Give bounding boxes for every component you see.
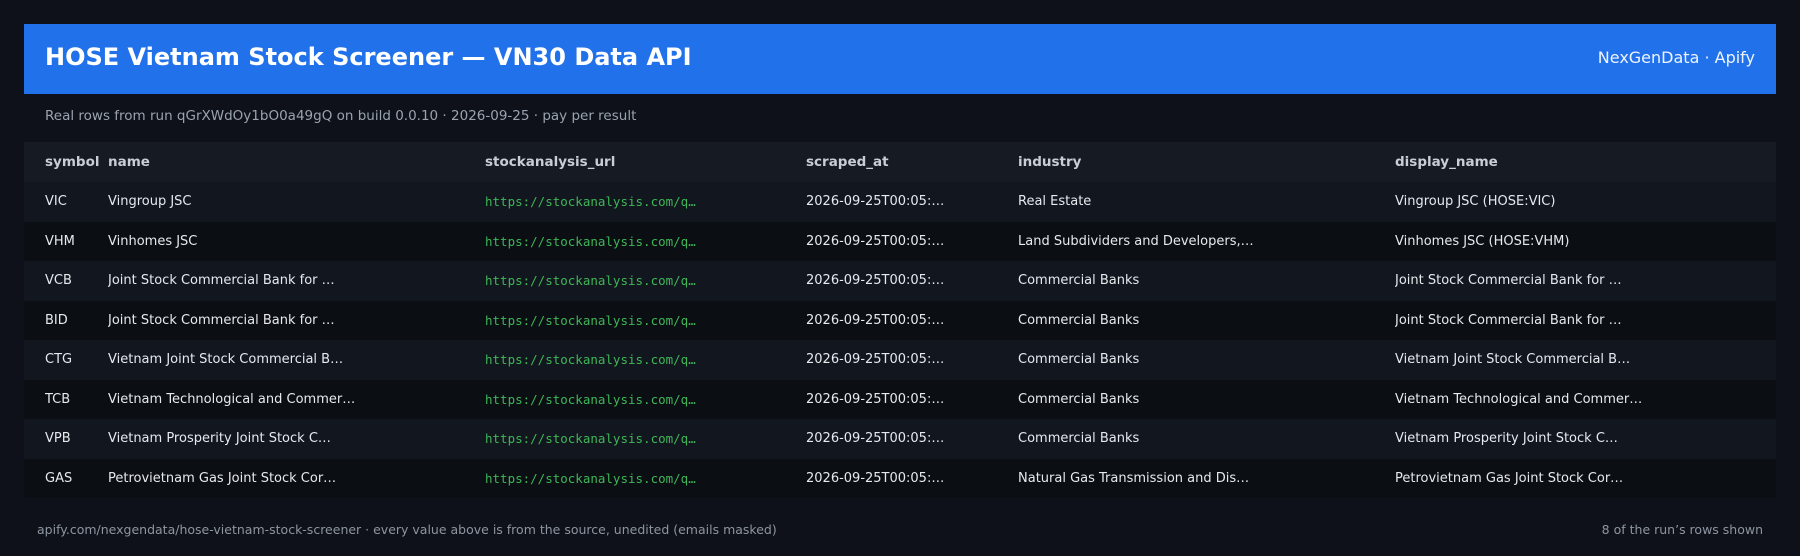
cell-display-name: Vinhomes JSC (HOSE:VHM) bbox=[1395, 233, 1570, 249]
table-row: VCB Joint Stock Commercial Bank for … ht… bbox=[24, 261, 1776, 301]
cell-industry: Natural Gas Transmission and Dis… bbox=[1018, 470, 1250, 486]
cell-display-name: Joint Stock Commercial Bank for … bbox=[1395, 273, 1622, 289]
cell-display-name: Vingroup JSC (HOSE:VIC) bbox=[1395, 194, 1556, 210]
cell-display-name: Joint Stock Commercial Bank for … bbox=[1395, 312, 1622, 328]
cell-industry: Commercial Banks bbox=[1018, 391, 1140, 407]
column-header-symbol[interactable]: symbol bbox=[45, 142, 105, 182]
cell-symbol: VIC bbox=[45, 194, 67, 210]
cell-industry: Commercial Banks bbox=[1018, 352, 1140, 368]
footer-source-note: apify.com/nexgendata/hose-vietnam-stock-… bbox=[37, 522, 777, 537]
page: HOSE Vietnam Stock Screener — VN30 Data … bbox=[0, 0, 1800, 556]
cell-industry: Real Estate bbox=[1018, 194, 1092, 210]
cell-symbol: GAS bbox=[45, 470, 73, 486]
brand-label: NexGenData · Apify bbox=[1597, 48, 1755, 67]
cell-scraped-at: 2026-09-25T00:05:… bbox=[806, 233, 945, 249]
cell-name: Vietnam Prosperity Joint Stock C… bbox=[108, 431, 331, 447]
cell-stockanalysis-url-link[interactable]: https://stockanalysis.com/q… bbox=[485, 182, 795, 222]
cell-display-name: Petrovietnam Gas Joint Stock Cor… bbox=[1395, 470, 1624, 486]
cell-name: Vietnam Technological and Commer… bbox=[108, 391, 356, 407]
cell-display-name: Vietnam Prosperity Joint Stock C… bbox=[1395, 431, 1618, 447]
cell-name: Vinhomes JSC bbox=[108, 233, 198, 249]
cell-scraped-at: 2026-09-25T00:05:… bbox=[806, 431, 945, 447]
cell-stockanalysis-url-link[interactable]: https://stockanalysis.com/q… bbox=[485, 222, 795, 262]
cell-stockanalysis-url-link[interactable]: https://stockanalysis.com/q… bbox=[485, 459, 795, 499]
table-row: VPB Vietnam Prosperity Joint Stock C… ht… bbox=[24, 419, 1776, 459]
cell-industry: Commercial Banks bbox=[1018, 312, 1140, 328]
results-table: symbol name stockanalysis_url scraped_at… bbox=[24, 142, 1776, 498]
cell-stockanalysis-url-link[interactable]: https://stockanalysis.com/q… bbox=[485, 419, 795, 459]
footer-row-count: 8 of the run’s rows shown bbox=[1601, 522, 1763, 537]
cell-scraped-at: 2026-09-25T00:05:… bbox=[806, 352, 945, 368]
cell-stockanalysis-url-link[interactable]: https://stockanalysis.com/q… bbox=[485, 261, 795, 301]
column-header-stockanalysis-url[interactable]: stockanalysis_url bbox=[485, 142, 795, 182]
cell-symbol: VCB bbox=[45, 273, 72, 289]
cell-stockanalysis-url-link[interactable]: https://stockanalysis.com/q… bbox=[485, 301, 795, 341]
cell-symbol: TCB bbox=[45, 391, 71, 407]
cell-scraped-at: 2026-09-25T00:05:… bbox=[806, 273, 945, 289]
cell-display-name: Vietnam Joint Stock Commercial B… bbox=[1395, 352, 1631, 368]
cell-industry: Commercial Banks bbox=[1018, 273, 1140, 289]
cell-name: Vingroup JSC bbox=[108, 194, 192, 210]
header-bar: HOSE Vietnam Stock Screener — VN30 Data … bbox=[24, 24, 1776, 94]
table-row: VIC Vingroup JSC https://stockanalysis.c… bbox=[24, 182, 1776, 222]
run-info-subtitle: Real rows from run qGrXWdOy1bO0a49gQ on … bbox=[45, 108, 637, 124]
table-row: TCB Vietnam Technological and Commer… ht… bbox=[24, 379, 1776, 420]
cell-scraped-at: 2026-09-25T00:05:… bbox=[806, 470, 945, 486]
column-header-display-name[interactable]: display_name bbox=[1395, 142, 1765, 182]
cell-name: Petrovietnam Gas Joint Stock Cor… bbox=[108, 470, 337, 486]
cell-stockanalysis-url-link[interactable]: https://stockanalysis.com/q… bbox=[485, 340, 795, 380]
cell-display-name: Vietnam Technological and Commer… bbox=[1395, 391, 1643, 407]
cell-symbol: CTG bbox=[45, 352, 73, 368]
table-header-row: symbol name stockanalysis_url scraped_at… bbox=[24, 142, 1776, 182]
cell-scraped-at: 2026-09-25T00:05:… bbox=[806, 391, 945, 407]
page-title: HOSE Vietnam Stock Screener — VN30 Data … bbox=[45, 43, 692, 71]
table-row: VHM Vinhomes JSC https://stockanalysis.c… bbox=[24, 221, 1776, 262]
cell-name: Joint Stock Commercial Bank for … bbox=[108, 273, 335, 289]
table-row: CTG Vietnam Joint Stock Commercial B… ht… bbox=[24, 340, 1776, 380]
cell-industry: Commercial Banks bbox=[1018, 431, 1140, 447]
cell-scraped-at: 2026-09-25T00:05:… bbox=[806, 194, 945, 210]
column-header-name[interactable]: name bbox=[108, 142, 478, 182]
cell-symbol: VHM bbox=[45, 233, 75, 249]
table-row: GAS Petrovietnam Gas Joint Stock Cor… ht… bbox=[24, 458, 1776, 499]
cell-industry: Land Subdividers and Developers,… bbox=[1018, 233, 1254, 249]
column-header-scraped-at[interactable]: scraped_at bbox=[806, 142, 1006, 182]
cell-stockanalysis-url-link[interactable]: https://stockanalysis.com/q… bbox=[485, 380, 795, 420]
cell-symbol: BID bbox=[45, 312, 68, 328]
cell-scraped-at: 2026-09-25T00:05:… bbox=[806, 312, 945, 328]
cell-name: Vietnam Joint Stock Commercial B… bbox=[108, 352, 344, 368]
cell-name: Joint Stock Commercial Bank for … bbox=[108, 312, 335, 328]
cell-symbol: VPB bbox=[45, 431, 71, 447]
table-row: BID Joint Stock Commercial Bank for … ht… bbox=[24, 300, 1776, 341]
column-header-industry[interactable]: industry bbox=[1018, 142, 1388, 182]
